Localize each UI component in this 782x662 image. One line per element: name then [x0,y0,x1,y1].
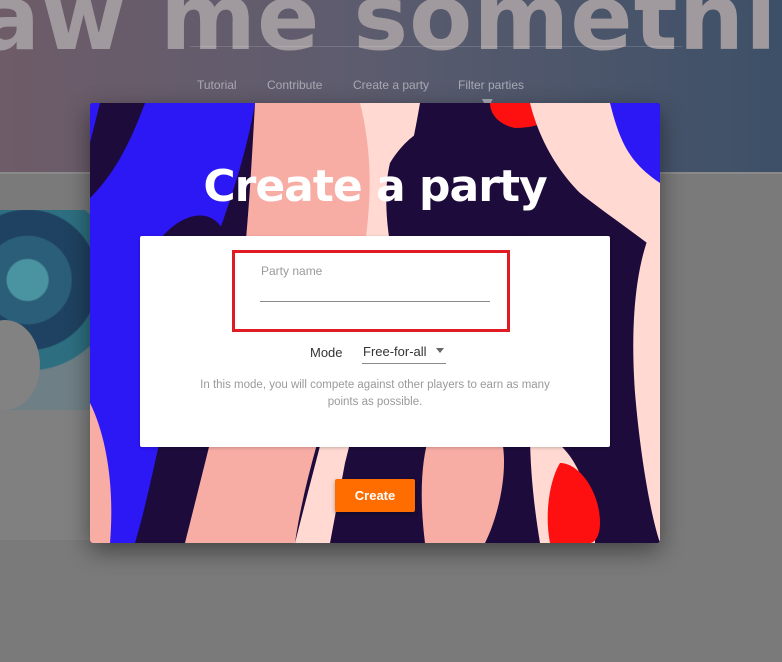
background-nav: Tutorial Contribute Create a party Filte… [0,78,782,112]
party-name-label: Party name [261,264,323,278]
background-card-image [0,210,92,410]
form-card: Party name Mode Free-for-all In this mod… [140,236,610,447]
mode-description: In this mode, you will compete against o… [200,379,550,408]
nav-filter-parties[interactable]: Filter parties [458,78,524,92]
background-hero-title: aw me somethin [0,0,782,71]
mode-select[interactable]: Free-for-all [362,340,446,364]
background-divider [190,46,682,47]
mode-select-value: Free-for-all [363,344,427,359]
chevron-down-icon [436,348,444,353]
background-card [0,210,92,540]
nav-tutorial[interactable]: Tutorial [197,78,237,92]
create-party-modal: Create a party Party name Mode Free-for-… [90,103,660,543]
party-name-input[interactable] [260,282,490,302]
nav-contribute[interactable]: Contribute [267,78,322,92]
background-card-blob [0,320,40,410]
mode-label: Mode [310,345,343,360]
create-button[interactable]: Create [335,479,415,512]
nav-create-party[interactable]: Create a party [353,78,429,92]
modal-title: Create a party [203,161,547,212]
